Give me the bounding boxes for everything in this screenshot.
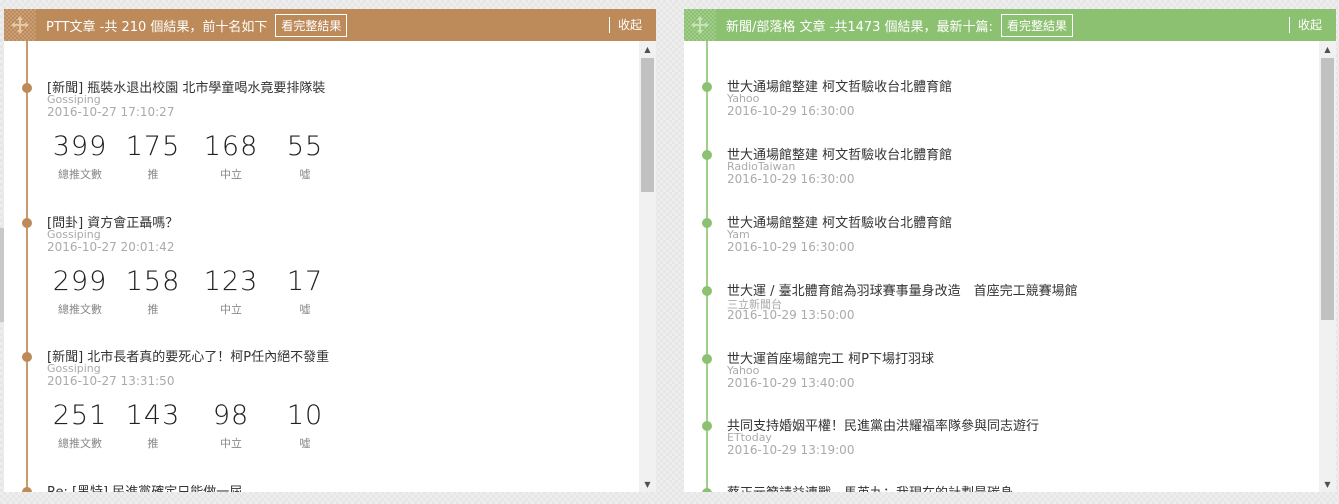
move-cross-icon[interactable] [684,9,716,41]
stat-neutral-label: 中立 [220,303,242,316]
stat-total-label: 總推文數 [58,168,102,181]
timeline-dot [702,82,712,92]
stat-boo: 55 噓 [267,131,343,182]
stat-boo: 17 噓 [267,266,343,317]
stat-neutral-value: 123 [203,266,259,297]
stat-total-value: 399 [52,131,108,162]
news-timeline: 世大通場館整建 柯文哲驗收台北體育館 Yahoo 2016-10-29 16:3… [684,41,1336,492]
ptt-scroll-thumb[interactable] [641,58,654,192]
timeline-dot [22,487,32,492]
stat-total-label: 總推文數 [58,303,102,316]
stat-push-label: 推 [147,437,159,450]
news-full-results-button[interactable]: 看完整結果 [1000,13,1073,37]
triangle-up-icon[interactable]: ▲ [639,41,656,57]
stat-push-value: 158 [125,266,181,297]
stat-boo: 10 噓 [267,400,343,451]
stat-total-value: 299 [52,266,108,297]
ptt-item-title[interactable]: Re: [黑特] 民進黨確定只能做一屆 [47,481,242,492]
stat-push-label: 推 [147,303,159,316]
timeline-dot [702,150,712,160]
stat-boo-value: 10 [286,400,324,431]
stat-boo-value: 17 [286,266,324,297]
ptt-item-date: 2016-10-27 13:31:50 [47,374,175,388]
timeline-dot [702,421,712,431]
news-item-title[interactable]: 蔡正元籲請益連戰 馬英九：我現在的計劃是碳身 [727,482,1013,492]
ptt-scrollbar[interactable]: ▲ ▼ [639,41,656,492]
news-collapse-button[interactable]: 收起 [1288,17,1322,33]
stat-neutral-label: 中立 [220,168,242,181]
stat-boo-label: 噓 [299,303,311,316]
news-panel-header: 新聞/部落格 文章 -共1473 個結果，最新十篇: 看完整結果 收起 [684,9,1336,41]
triangle-down-icon[interactable]: ▼ [1319,476,1336,492]
stat-boo-label: 噓 [299,437,311,450]
stat-push: 158 推 [115,266,191,317]
ptt-collapse-button[interactable]: 收起 [608,17,642,33]
stat-push-value: 175 [125,131,181,162]
ptt-panel-title: PTT文章 -共 210 個結果，前十名如下 [46,19,268,35]
stat-neutral: 98 中立 [193,400,269,451]
stat-total-label: 總推文數 [58,437,102,450]
ptt-full-results-button[interactable]: 看完整結果 [275,13,348,37]
timeline-dot [702,286,712,296]
timeline-dot [702,488,712,492]
stat-neutral-label: 中立 [220,437,242,450]
news-scrollbar[interactable]: ▲ ▼ [1319,41,1336,492]
ptt-panel-header: PTT文章 -共 210 個結果，前十名如下 看完整結果 收起 [4,9,656,41]
stat-total-value: 251 [52,400,108,431]
timeline-dot [22,83,32,93]
stat-total: 399 總推文數 [42,131,118,182]
triangle-down-icon[interactable]: ▼ [639,476,656,492]
timeline-dot [22,218,32,228]
news-item-date: 2016-10-29 16:30:00 [727,104,855,118]
stat-neutral: 168 中立 [193,131,269,182]
ptt-panel: PTT文章 -共 210 個結果，前十名如下 看完整結果 收起 [新聞] 瓶裝水… [4,9,656,492]
stat-push: 175 推 [115,131,191,182]
triangle-up-icon[interactable]: ▲ [1319,41,1336,57]
stat-push-value: 143 [125,400,181,431]
stat-push-label: 推 [147,168,159,181]
news-item-title[interactable]: 世大通場館整建 柯文哲驗收台北體育館 [727,212,952,231]
timeline-line [26,41,28,492]
news-item-date: 2016-10-29 16:30:00 [727,240,855,254]
news-item-date: 2016-10-29 13:50:00 [727,308,855,322]
news-panel-title: 新聞/部落格 文章 -共1473 個結果，最新十篇: [726,19,993,35]
news-item-date: 2016-10-29 13:40:00 [727,376,855,390]
timeline-dot [702,218,712,228]
news-scroll-thumb[interactable] [1321,58,1334,320]
stat-neutral-value: 168 [203,131,259,162]
stat-total: 251 總推文數 [42,400,118,451]
ptt-timeline: [新聞] 瓶裝水退出校園 北市學童喝水竟要排隊裝 Gossiping 2016-… [4,41,656,492]
news-item-title[interactable]: 共同支持婚姻平權！民進黨由洪耀福率隊參與同志遊行 [727,415,1039,434]
news-panel: 新聞/部落格 文章 -共1473 個結果，最新十篇: 看完整結果 收起 世大通場… [684,9,1336,492]
news-item-date: 2016-10-29 13:19:00 [727,443,855,457]
ptt-item-date: 2016-10-27 17:10:27 [47,105,175,119]
move-cross-icon[interactable] [4,9,36,41]
news-item-title[interactable]: 世大通場館整建 柯文哲驗收台北體育館 [727,76,952,95]
ptt-item-date: 2016-10-27 20:01:42 [47,240,175,254]
stat-boo-label: 噓 [299,168,311,181]
stat-total: 299 總推文數 [42,266,118,317]
stat-boo-value: 55 [286,131,324,162]
stat-neutral: 123 中立 [193,266,269,317]
news-item-date: 2016-10-29 16:30:00 [727,172,855,186]
stat-neutral-value: 98 [212,400,250,431]
timeline-dot [22,352,32,362]
timeline-dot [702,354,712,364]
stat-push: 143 推 [115,400,191,451]
